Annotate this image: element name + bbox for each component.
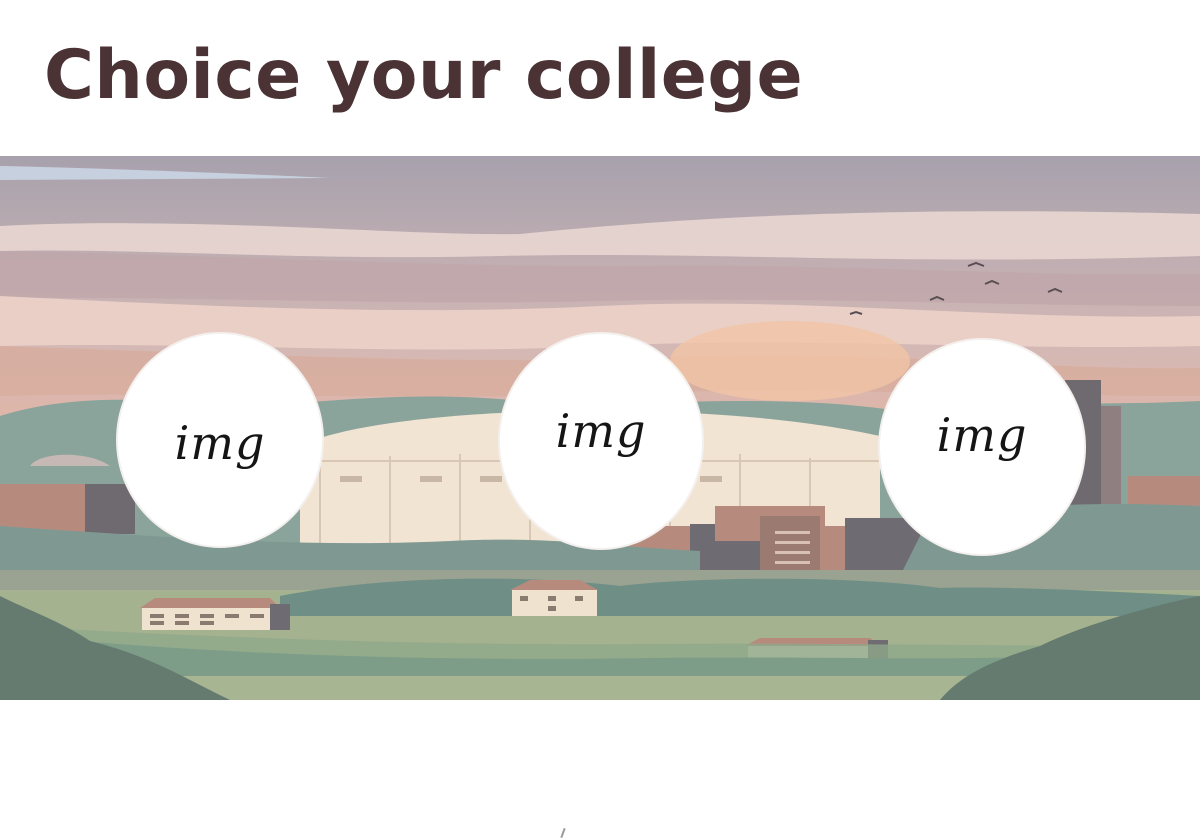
college-option-1[interactable]: img xyxy=(118,334,322,546)
college-image-placeholder: img xyxy=(555,404,647,458)
stray-mark xyxy=(560,827,566,838)
college-image-placeholder: img xyxy=(174,416,266,470)
page-title: Choice your college xyxy=(44,36,804,115)
college-image-placeholder: img xyxy=(936,408,1028,462)
college-option-2[interactable]: img xyxy=(500,334,702,548)
college-option-3[interactable]: img xyxy=(880,340,1084,554)
page: Choice your college img img img xyxy=(0,0,1200,838)
